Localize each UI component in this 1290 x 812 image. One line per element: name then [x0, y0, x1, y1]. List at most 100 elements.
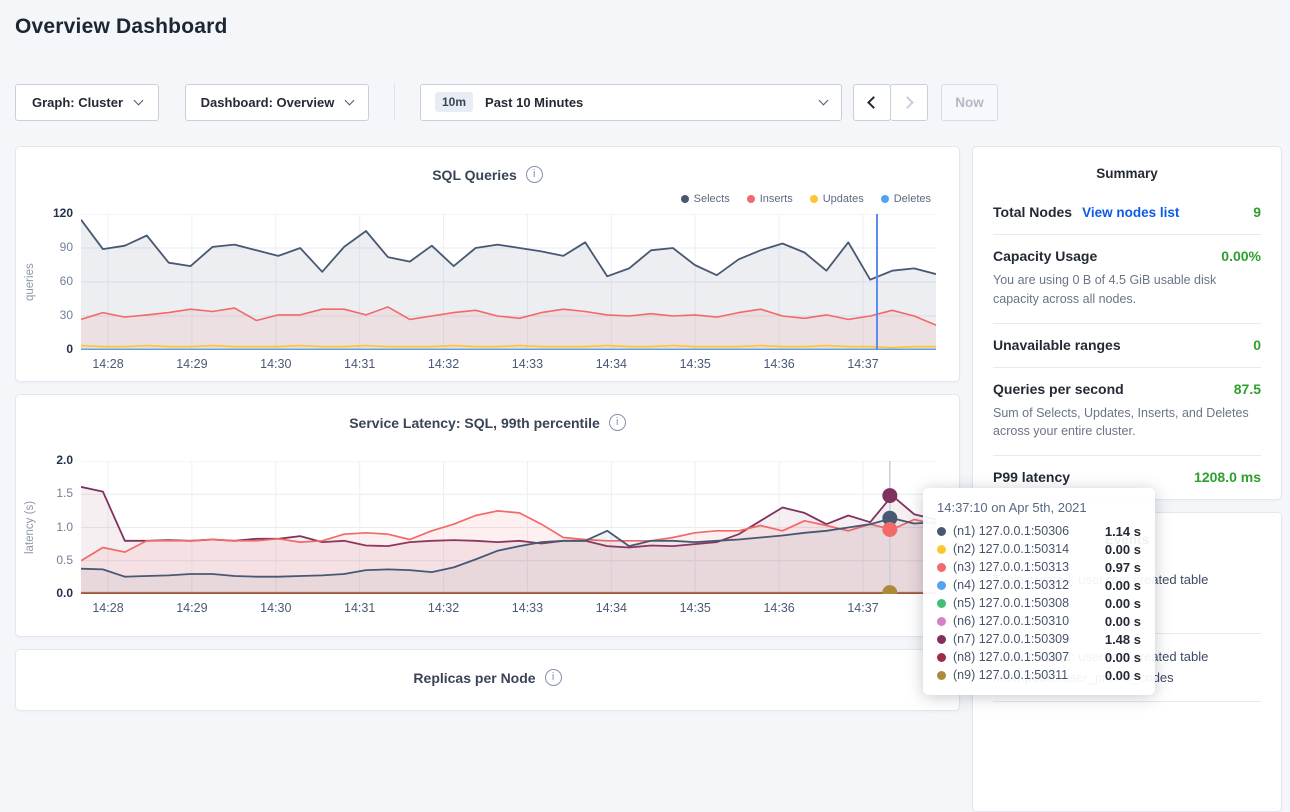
tooltip-row: (n3) 127.0.0.1:50313 0.97 s [937, 558, 1141, 576]
x-axis-tick: 14:28 [76, 601, 140, 615]
x-axis-tick: 14:30 [244, 357, 308, 371]
time-prev-button[interactable] [853, 84, 891, 121]
tooltip-value: 1.48 s [1105, 632, 1141, 647]
legend-dot-icon [881, 195, 889, 203]
chevron-down-icon [819, 95, 829, 105]
summary-value: 87.5 [1234, 381, 1261, 397]
x-axis-tick: 14:32 [412, 357, 476, 371]
summary-subtext: Sum of Selects, Updates, Inserts, and De… [993, 404, 1261, 442]
summary-row: Queries per second87.5Sum of Selects, Up… [993, 368, 1261, 457]
x-axis-tick: 14:29 [160, 357, 224, 371]
tooltip-value: 0.00 s [1105, 578, 1141, 593]
series-color-dot [937, 599, 946, 608]
summary-label: Total Nodes [993, 204, 1072, 220]
graph-dropdown-label: Graph: Cluster [32, 95, 123, 110]
x-axis-tick: 14:30 [244, 601, 308, 615]
chart-legend: Selects Inserts Updates Deletes [681, 193, 931, 205]
service-latency-chart[interactable]: 14:2814:2914:3014:3114:3214:3314:3414:35… [81, 461, 936, 594]
sql-queries-chart[interactable]: 14:2814:2914:3014:3114:3214:3314:3414:35… [81, 214, 936, 350]
summary-label: P99 latency [993, 469, 1070, 485]
chart-title: SQL Queries [432, 167, 517, 183]
chevron-down-icon [134, 95, 144, 105]
time-next-button[interactable] [890, 84, 928, 121]
x-axis-tick: 14:35 [663, 601, 727, 615]
legend-dot-icon [681, 195, 689, 203]
x-axis-tick: 14:29 [160, 601, 224, 615]
page-title: Overview Dashboard [15, 15, 1290, 39]
graph-dropdown[interactable]: Graph: Cluster [15, 84, 159, 121]
y-axis-tick: 2.0 [31, 453, 73, 467]
tooltip-node-label: (n4) 127.0.0.1:50312 [953, 578, 1069, 592]
dashboard-dropdown[interactable]: Dashboard: Overview [185, 84, 369, 121]
summary-row-head: Total Nodes View nodes list 9 [993, 204, 1261, 220]
legend-item-inserts[interactable]: Inserts [747, 193, 793, 205]
info-icon[interactable]: i [545, 669, 562, 686]
legend-dot-icon [810, 195, 818, 203]
sidebar: Summary Total Nodes View nodes list 9 Capac… [972, 146, 1282, 812]
info-icon[interactable]: i [526, 166, 543, 183]
tooltip-row: (n4) 127.0.0.1:50312 0.00 s [937, 576, 1141, 594]
summary-row: Capacity Usage0.00%You are using 0 B of … [993, 235, 1261, 324]
tooltip-row: (n1) 127.0.0.1:50306 1.14 s [937, 522, 1141, 540]
summary-row-head: Capacity Usage0.00% [993, 248, 1261, 264]
summary-row: Total Nodes View nodes list 9 [993, 191, 1261, 235]
tooltip-value: 1.14 s [1105, 524, 1141, 539]
info-icon[interactable]: i [609, 414, 626, 431]
series-color-dot [937, 653, 946, 662]
x-axis-tick: 14:34 [579, 601, 643, 615]
tooltip-node-label: (n5) 127.0.0.1:50308 [953, 596, 1069, 610]
tooltip-row: (n7) 127.0.0.1:50309 1.48 s [937, 630, 1141, 648]
series-color-dot [937, 581, 946, 590]
summary-value: 1208.0 ms [1194, 469, 1261, 485]
tooltip-row: (n5) 127.0.0.1:50308 0.00 s [937, 594, 1141, 612]
charts-column: SQL Queries i Selects Inserts Updates Delet… [15, 146, 960, 812]
chart-header: Replicas per Node i [16, 650, 959, 686]
y-axis-tick: 0 [31, 342, 73, 356]
legend-dot-icon [747, 195, 755, 203]
chart-plot-svg [81, 214, 936, 350]
x-axis-tick: 14:37 [831, 601, 895, 615]
chart-header: Service Latency: SQL, 99th percentile i [16, 395, 959, 431]
summary-label: Capacity Usage [993, 248, 1097, 264]
x-axis-tick: 14:28 [76, 357, 140, 371]
series-color-dot [937, 635, 946, 644]
time-range-dropdown[interactable]: 10m Past 10 Minutes [420, 84, 842, 121]
y-axis-tick: 1.5 [31, 486, 73, 500]
tooltip-row: (n8) 127.0.0.1:503070.00 s [937, 648, 1141, 666]
tooltip-value: 0.00 s [1105, 614, 1141, 629]
tooltip-row: (n2) 127.0.0.1:503140.00 s [937, 540, 1141, 558]
time-range-label: Past 10 Minutes [485, 95, 583, 110]
tooltip-value: 0.97 s [1105, 560, 1141, 575]
x-axis-tick: 14:33 [495, 357, 559, 371]
dashboard-dropdown-label: Dashboard: Overview [201, 95, 335, 110]
legend-label: Inserts [760, 193, 793, 205]
y-axis-tick: 1.0 [31, 520, 73, 534]
y-axis-tick: 0.5 [31, 553, 73, 567]
chart-header: SQL Queries i [16, 147, 959, 183]
tooltip-node-label: (n7) 127.0.0.1:50309 [953, 632, 1069, 646]
series-color-dot [937, 617, 946, 626]
time-pager [853, 84, 928, 121]
legend-item-updates[interactable]: Updates [810, 193, 864, 205]
legend-item-selects[interactable]: Selects [681, 193, 730, 205]
series-color-dot [937, 671, 946, 680]
now-button[interactable]: Now [941, 84, 998, 121]
summary-title: Summary [973, 147, 1281, 191]
y-axis-tick: 30 [31, 308, 73, 322]
x-axis-tick: 14:31 [328, 601, 392, 615]
x-axis-tick: 14:36 [747, 601, 811, 615]
tooltip-node-label: (n1) 127.0.0.1:50306 [953, 524, 1069, 538]
summary-rows: Total Nodes View nodes list 9 Capacity Usag… [973, 191, 1281, 499]
x-axis-tick: 14:32 [412, 601, 476, 615]
tooltip-node-label: (n3) 127.0.0.1:50313 [953, 560, 1069, 574]
legend-label: Selects [694, 193, 730, 205]
tooltip-value: 0.00 s [1105, 596, 1141, 611]
legend-item-deletes[interactable]: Deletes [881, 193, 931, 205]
summary-value: 9 [1253, 204, 1261, 220]
tooltip-value: 0.00 s [1105, 542, 1141, 557]
summary-panel: Summary Total Nodes View nodes list 9 Capac… [972, 146, 1282, 500]
legend-label: Updates [823, 193, 864, 205]
tooltip-node-label: (n8) 127.0.0.1:50307 [953, 650, 1069, 664]
x-axis-tick: 14:36 [747, 357, 811, 371]
view-nodes-list-link[interactable]: View nodes list [1082, 205, 1179, 220]
